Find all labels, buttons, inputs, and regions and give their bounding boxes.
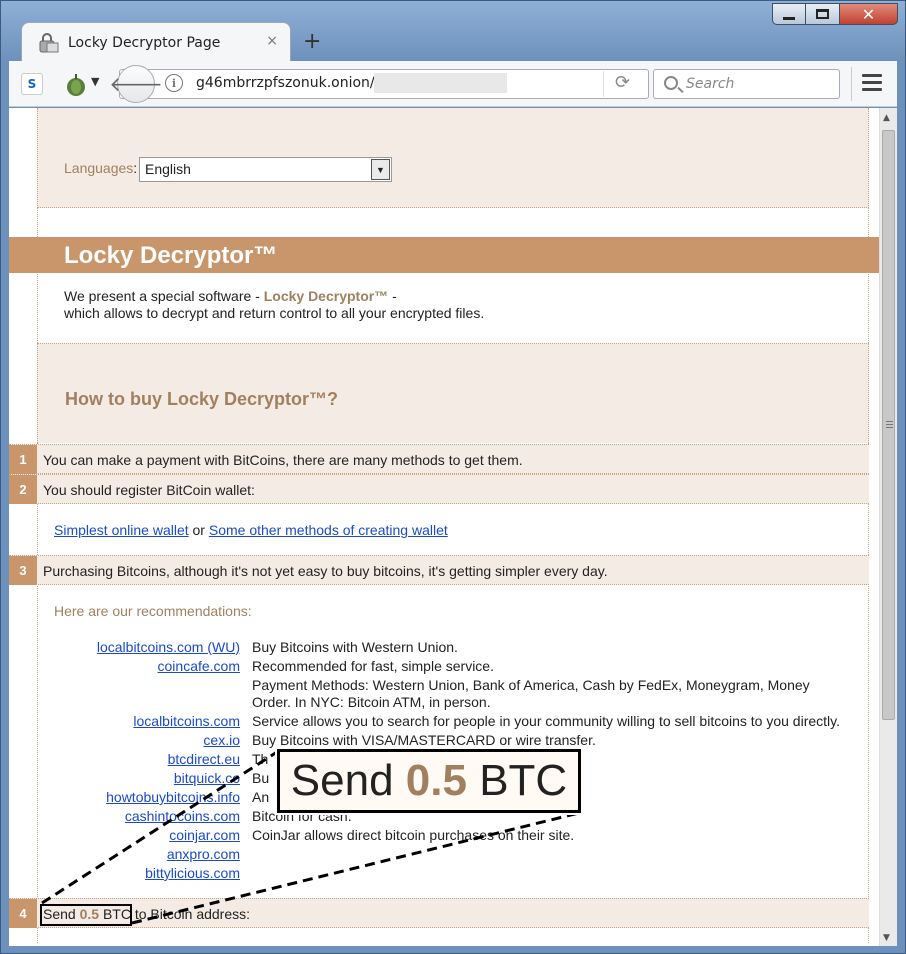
- page-title: Locky Decryptor™: [64, 242, 278, 269]
- close-icon: ✕: [861, 4, 876, 24]
- step-number: 1: [9, 445, 37, 474]
- minimize-button[interactable]: [772, 3, 806, 25]
- intro-prefix: We present a special software -: [64, 288, 264, 304]
- divider: [851, 67, 852, 101]
- rec-desc: Payment Methods: Western Union, Bank of …: [252, 677, 810, 710]
- step-number: 4: [9, 899, 37, 928]
- rec-desc: [252, 865, 842, 882]
- tab-close-icon[interactable]: ×: [266, 33, 278, 49]
- step-text: You can make a payment with BitCoins, th…: [43, 452, 523, 468]
- intro-line2: which allows to decrypt and return contr…: [64, 305, 485, 321]
- intro-panel: [37, 208, 869, 343]
- rec-link[interactable]: cashintocoins.com: [125, 808, 240, 824]
- language-row: Languages: English ▼: [64, 157, 392, 182]
- search-icon: [664, 76, 678, 90]
- step-number: 3: [9, 556, 37, 585]
- dropdown-arrow-icon[interactable]: ▼: [371, 159, 390, 180]
- navigation-bar: S ▼ 🡐 i g46mbrrzpfszonuk.onion/ ⟳ Search: [9, 61, 897, 107]
- step-3: 3 Purchasing Bitcoins, although it's not…: [9, 555, 869, 585]
- url-redacted: [374, 73, 507, 93]
- divider: [603, 71, 604, 97]
- callout-highlight-box: [40, 904, 132, 926]
- language-value: English: [145, 161, 191, 177]
- language-select[interactable]: English ▼: [139, 157, 392, 182]
- rec-link[interactable]: localbitcoins.com (WU): [97, 639, 240, 655]
- chevron-down-icon[interactable]: ▼: [91, 75, 99, 88]
- browser-window: ✕ Locky Decryptor Page × + S ▼ 🡐 i g46mb…: [0, 0, 906, 954]
- rec-link[interactable]: cex.io: [203, 732, 240, 748]
- scrollbar-thumb[interactable]: [882, 130, 895, 720]
- search-placeholder: Search: [686, 76, 735, 92]
- new-tab-button[interactable]: +: [303, 29, 321, 54]
- hamburger-menu-icon[interactable]: [862, 74, 882, 92]
- url-text[interactable]: g46mbrrzpfszonuk.onion/: [196, 75, 375, 91]
- info-icon[interactable]: i: [165, 74, 183, 92]
- back-arrow-icon: 🡐: [109, 72, 163, 96]
- intro-suffix: -: [388, 288, 397, 304]
- search-input[interactable]: Search: [653, 69, 840, 99]
- lock-page-icon: [39, 32, 59, 52]
- rec-link[interactable]: bittylicious.com: [145, 865, 240, 881]
- rec-link[interactable]: coincafe.com: [158, 658, 240, 674]
- howto-heading: How to buy Locky Decryptor™?: [65, 389, 339, 409]
- rec-desc: Recommended for fast, simple service.: [252, 658, 494, 674]
- other-wallet-methods-link[interactable]: Some other methods of creating wallet: [209, 522, 448, 538]
- rec-link[interactable]: howtobuybitcoins.info: [106, 789, 240, 805]
- rec-desc: CoinJar allows direct bitcoin purchases …: [252, 827, 575, 843]
- close-window-button[interactable]: ✕: [840, 3, 898, 25]
- recommendations-heading: Here are our recommendations:: [54, 603, 252, 619]
- rec-desc: Buy Bitcoins with Western Union.: [252, 639, 458, 655]
- step-text: Purchasing Bitcoins, although it's not y…: [43, 563, 608, 579]
- callout-amount: 0.5: [405, 756, 467, 805]
- step-text-rest: to Bitcoin address:: [130, 906, 251, 922]
- list-item: coincafe.com Recommended for fast, simple…: [54, 658, 854, 675]
- extension-s-icon[interactable]: S: [21, 73, 43, 95]
- rec-link[interactable]: btcdirect.eu: [168, 751, 240, 767]
- maximize-icon: [816, 9, 829, 19]
- page-content: Languages: English ▼ Locky Decryptor™ We…: [9, 108, 879, 946]
- step-number: 2: [9, 475, 37, 504]
- step-2: 2 You should register BitCoin wallet:: [9, 474, 869, 504]
- window-controls: ✕: [772, 3, 898, 25]
- list-item: anxpro.com: [54, 846, 854, 863]
- intro-text: We present a special software - Locky De…: [64, 288, 484, 322]
- rec-desc: Buy Bitcoins with VISA/MASTERCARD or wir…: [252, 732, 596, 748]
- list-item: localbitcoins.com Service allows you to s…: [54, 713, 854, 730]
- step-text: You should register BitCoin wallet:: [43, 482, 255, 498]
- rec-link[interactable]: localbitcoins.com: [133, 713, 240, 729]
- list-item: bittylicious.com: [54, 865, 854, 882]
- vertical-scrollbar[interactable]: ▲ ▼: [879, 108, 897, 946]
- callout-magnified-box: Send 0.5 BTC: [277, 749, 581, 813]
- scroll-up-icon[interactable]: ▲: [883, 113, 890, 123]
- callout-unit: BTC: [479, 756, 568, 805]
- language-colon: :: [133, 160, 138, 176]
- title-banner: Locky Decryptor™: [9, 237, 879, 273]
- browser-tab[interactable]: Locky Decryptor Page ×: [21, 22, 291, 62]
- wallet-links: Simplest online wallet or Some other met…: [54, 522, 448, 538]
- tab-title: Locky Decryptor Page: [68, 34, 221, 51]
- step-1: 1 You can make a payment with BitCoins, …: [9, 444, 869, 474]
- rec-desc: [252, 846, 842, 863]
- simplest-wallet-link[interactable]: Simplest online wallet: [54, 522, 189, 538]
- rec-link[interactable]: coinjar.com: [169, 827, 240, 843]
- tor-onion-icon[interactable]: [63, 71, 89, 97]
- list-item: localbitcoins.com (WU) Buy Bitcoins with …: [54, 639, 854, 656]
- rec-desc: Service allows you to search for people …: [252, 713, 840, 729]
- list-item: Payment Methods: Western Union, Bank of …: [54, 677, 854, 711]
- language-label: Languages: [64, 160, 134, 176]
- back-button[interactable]: 🡐: [109, 65, 163, 103]
- wallet-or: or: [188, 522, 209, 538]
- rec-link[interactable]: bitquick.co: [174, 770, 240, 786]
- scroll-down-icon[interactable]: ▼: [883, 933, 890, 943]
- reload-icon[interactable]: ⟳: [615, 72, 630, 93]
- list-item: cex.io Buy Bitcoins with VISA/MASTERCARD …: [54, 732, 854, 749]
- callout-send: Send: [290, 756, 394, 805]
- list-item: coinjar.com CoinJar allows direct bitcoin…: [54, 827, 854, 844]
- step-4: 4 Send 0.5 BTC to Bitcoin address:: [9, 898, 869, 928]
- intro-brand: Locky Decryptor™: [263, 288, 389, 304]
- rec-link[interactable]: anxpro.com: [167, 846, 240, 862]
- maximize-button[interactable]: [806, 3, 840, 25]
- minimize-icon: [783, 16, 795, 20]
